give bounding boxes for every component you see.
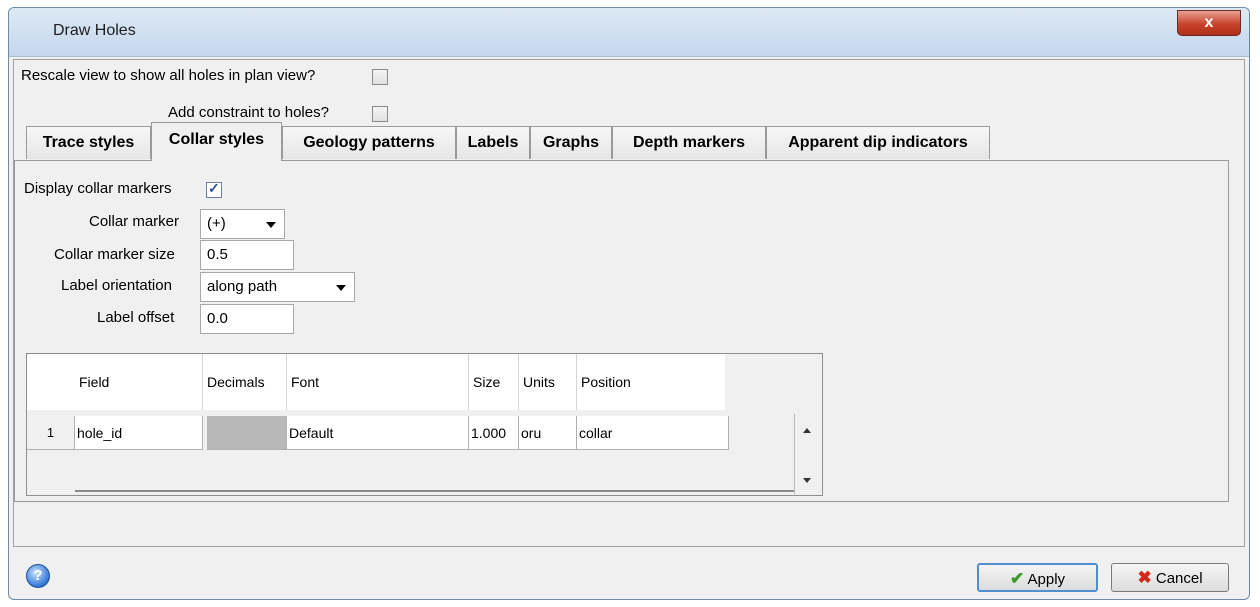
x-cancel-icon: ✖ <box>1137 568 1152 587</box>
table-corner <box>27 354 75 410</box>
column-header-units[interactable]: Units <box>519 354 577 410</box>
title-bar: Draw Holes x <box>9 8 1249 57</box>
label-offset-input[interactable]: 0.0 <box>200 304 294 334</box>
arrow-up-icon[interactable] <box>803 428 811 433</box>
tab-labels[interactable]: Labels <box>456 126 530 159</box>
collar-marker-value: (+) <box>207 215 226 232</box>
collar-marker-label: Collar marker <box>89 213 180 230</box>
column-header-field[interactable]: Field <box>75 354 203 410</box>
rescale-label: Rescale view to show all holes in plan v… <box>21 67 316 84</box>
chevron-down-icon <box>336 285 346 291</box>
row-number[interactable]: 1 <box>27 416 75 450</box>
help-button[interactable]: ? <box>26 564 50 588</box>
label-fields-table: Field Decimals Font Size Units Position … <box>26 353 823 496</box>
table-scrollbar[interactable] <box>794 414 821 494</box>
checkmark-icon: ✔ <box>1009 569 1025 588</box>
cancel-button[interactable]: ✖ Cancel <box>1111 563 1229 592</box>
rescale-checkbox[interactable] <box>372 69 388 85</box>
cancel-label: Cancel <box>1155 570 1203 587</box>
cell-decimals[interactable] <box>207 416 287 450</box>
apply-button[interactable]: ✔ Apply <box>977 563 1098 592</box>
cell-position[interactable]: collar <box>577 416 729 450</box>
cell-size[interactable]: 1.000 <box>469 416 519 450</box>
tab-graphs[interactable]: Graphs <box>530 126 612 159</box>
tab-trace-styles[interactable]: Trace styles <box>26 126 151 159</box>
constraint-checkbox[interactable] <box>372 106 388 122</box>
close-button[interactable]: x <box>1177 10 1241 36</box>
checkmark-icon: ✓ <box>208 180 220 196</box>
cell-font[interactable]: Default <box>287 416 469 450</box>
label-offset-label: Label offset <box>97 309 175 326</box>
display-collar-label: Display collar markers <box>24 180 172 197</box>
column-header-decimals[interactable]: Decimals <box>203 354 287 410</box>
tab-apparent-dip-indicators[interactable]: Apparent dip indicators <box>766 126 990 159</box>
chevron-down-icon <box>266 222 276 228</box>
collar-marker-size-label: Collar marker size <box>54 246 175 263</box>
collar-marker-select[interactable]: (+) <box>200 209 285 239</box>
cell-units[interactable]: oru <box>519 416 577 450</box>
apply-label: Apply <box>1027 571 1066 588</box>
column-header-font[interactable]: Font <box>287 354 469 410</box>
window-title: Draw Holes <box>53 22 136 39</box>
tab-depth-markers[interactable]: Depth markers <box>612 126 766 159</box>
label-orientation-value: along path <box>207 278 278 295</box>
tab-collar-styles[interactable]: Collar styles <box>151 122 282 161</box>
display-collar-checkbox[interactable]: ✓ <box>206 180 222 198</box>
column-header-position[interactable]: Position <box>577 354 725 410</box>
label-orientation-label: Label orientation <box>61 277 172 294</box>
arrow-down-icon[interactable] <box>803 478 811 483</box>
collar-marker-size-input[interactable]: 0.5 <box>200 240 294 270</box>
column-header-size[interactable]: Size <box>469 354 519 410</box>
tab-geology-patterns[interactable]: Geology patterns <box>282 126 456 159</box>
table-empty-area <box>75 450 794 492</box>
constraint-label: Add constraint to holes? <box>168 104 329 121</box>
cell-field[interactable]: hole_id <box>75 416 203 450</box>
label-orientation-select[interactable]: along path <box>200 272 355 302</box>
